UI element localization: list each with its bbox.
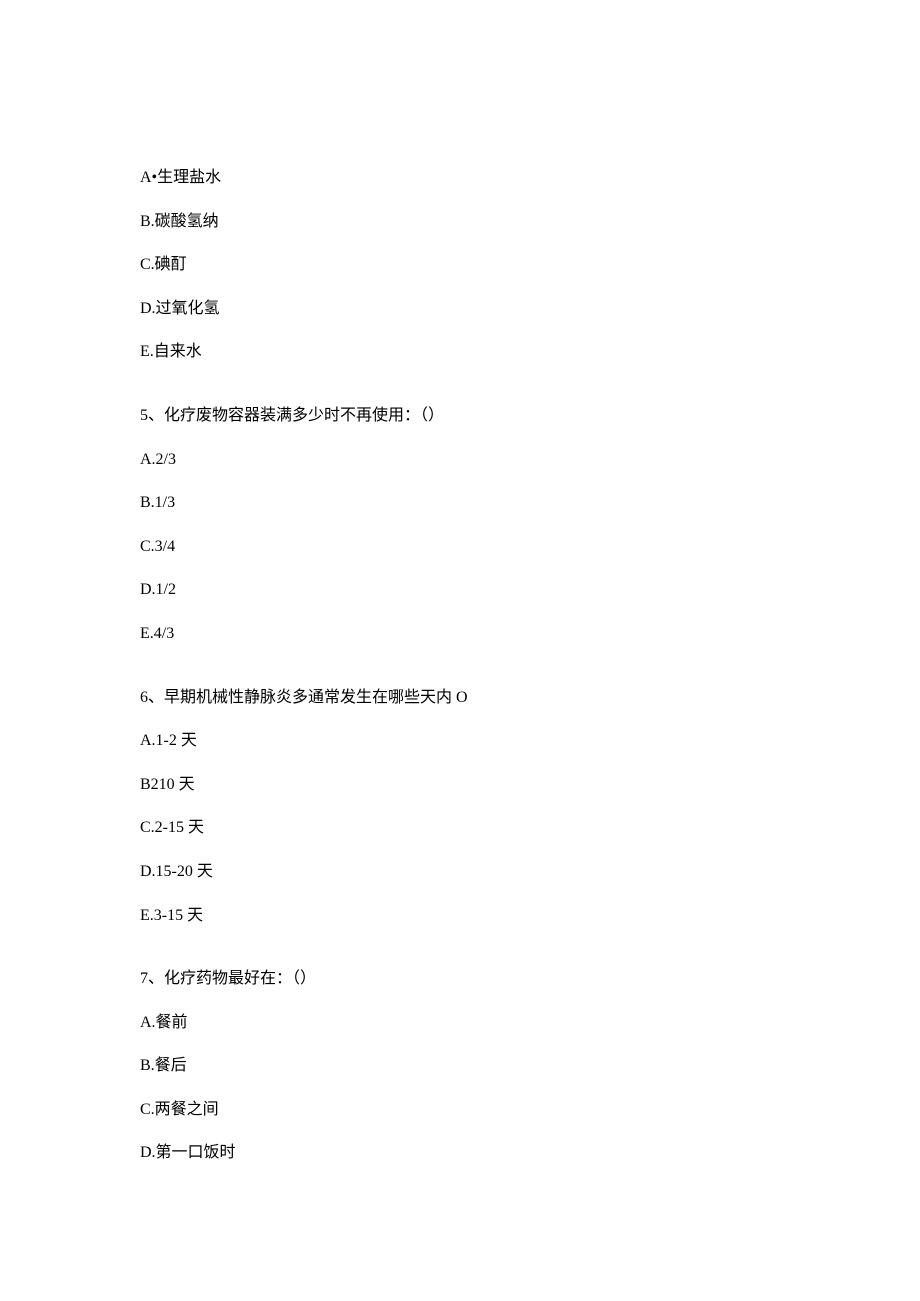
option-e: E.自来水 — [140, 339, 780, 365]
question-5: 5、化疗废物容器装满多少时不再使用：（） A.2/3 B.1/3 C.3/4 D… — [140, 403, 780, 647]
option-b: B.碳酸氢纳 — [140, 209, 780, 235]
option-a: A.2/3 — [140, 447, 780, 473]
option-b: B.1/3 — [140, 490, 780, 516]
question-text: 7、化疗药物最好在：（） — [140, 966, 780, 992]
option-c: C.3/4 — [140, 534, 780, 560]
option-a: A•生理盐水 — [140, 165, 780, 191]
option-e: E.3-15 天 — [140, 903, 780, 929]
option-a: A.1-2 天 — [140, 728, 780, 754]
question-6: 6、早期机械性静脉炎多通常发生在哪些天内 O A.1-2 天 B210 天 C.… — [140, 685, 780, 929]
question-text: 5、化疗废物容器装满多少时不再使用：（） — [140, 403, 780, 429]
question-4-options: A•生理盐水 B.碳酸氢纳 C.碘酊 D.过氧化氢 E.自来水 — [140, 165, 780, 365]
option-c: C.2-15 天 — [140, 815, 780, 841]
option-c: C.碘酊 — [140, 252, 780, 278]
option-b: B.餐后 — [140, 1053, 780, 1079]
question-text: 6、早期机械性静脉炎多通常发生在哪些天内 O — [140, 685, 780, 711]
option-c: C.两餐之间 — [140, 1097, 780, 1123]
option-d: D.过氧化氢 — [140, 296, 780, 322]
option-b: B210 天 — [140, 772, 780, 798]
option-d: D.15-20 天 — [140, 859, 780, 885]
option-a: A.餐前 — [140, 1010, 780, 1036]
question-7: 7、化疗药物最好在：（） A.餐前 B.餐后 C.两餐之间 D.第一口饭时 — [140, 966, 780, 1166]
option-d: D.第一口饭时 — [140, 1140, 780, 1166]
option-e: E.4/3 — [140, 621, 780, 647]
option-d: D.1/2 — [140, 577, 780, 603]
